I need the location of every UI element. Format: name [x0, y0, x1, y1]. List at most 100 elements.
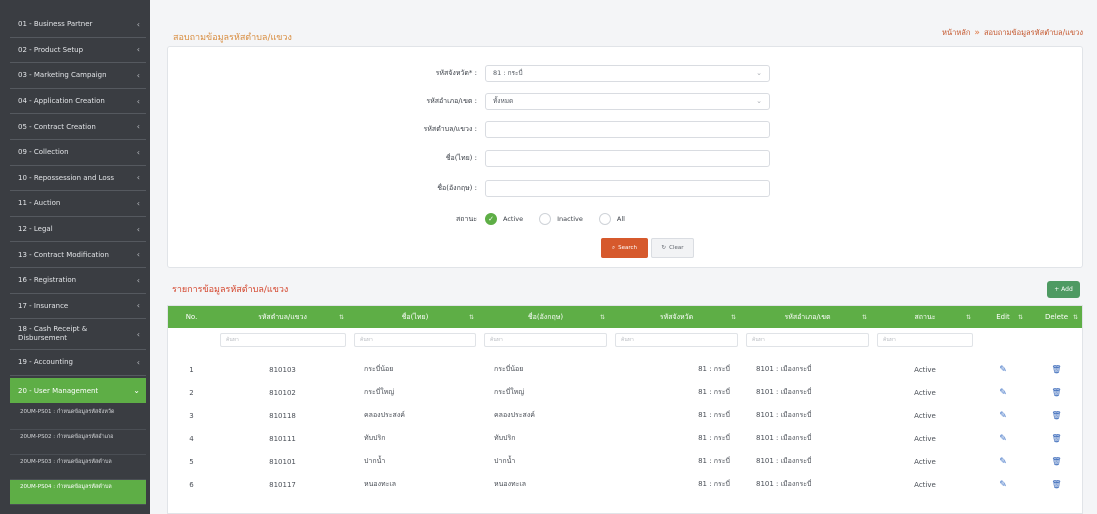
- column-header-name-th[interactable]: ชื่อ(ไทย) ⇅: [350, 306, 480, 328]
- sidebar-subitem-ps03[interactable]: 20UM-PS03 : กำหนดข้อมูลรหัสตำบล: [10, 455, 146, 481]
- province-value: 81 : กระบี่: [493, 69, 523, 77]
- chevron-left-icon: ‹: [136, 70, 140, 80]
- cell-edit: ✎: [977, 427, 1029, 450]
- column-header-status[interactable]: สถานะ ⇅: [873, 306, 977, 328]
- filter-input-status[interactable]: ค้นหา: [877, 333, 973, 347]
- cell-code: 810103: [269, 365, 296, 374]
- sidebar-subitem-ps02[interactable]: 20UM-PS02 : กำหนดข้อมูลรหัสอำเภอ: [10, 430, 146, 456]
- table-header: No. รหัสตำบล/แขวง ⇅ ชื่อ(ไทย) ⇅ ชื่อ(อังกฤ…: [168, 306, 1082, 328]
- table-row[interactable]: 5 810101 ปากน้ำ ปากน้ำ 81 : กระบี่ 8101 …: [168, 450, 1082, 473]
- trash-icon[interactable]: 🗑: [1051, 365, 1061, 374]
- sidebar-item-collection[interactable]: 09 - Collection ‹: [10, 140, 146, 166]
- sidebar-item-label: 19 - Accounting: [18, 358, 73, 367]
- cell-edit: ✎: [977, 358, 1029, 381]
- search-button-label: Search: [618, 245, 637, 251]
- sidebar-item-label: 13 - Contract Modification: [18, 250, 109, 259]
- filter-input-name-en[interactable]: ค้นหา: [484, 333, 607, 347]
- cell-code: 810101: [269, 457, 296, 466]
- sidebar-subitem-ps01[interactable]: 20UM-PS01 : กำหนดข้อมูลรหัสจังหวัด: [10, 405, 146, 431]
- table-row[interactable]: 3 810118 คลองประสงค์ คลองประสงค์ 81 : กร…: [168, 404, 1082, 427]
- cell-no: 3: [189, 411, 194, 420]
- cell-status: Active: [914, 365, 936, 374]
- cell-delete: 🗑: [1029, 427, 1082, 450]
- name-th-input[interactable]: [485, 149, 770, 167]
- cell-name-th: ทับปริก: [364, 434, 386, 442]
- sidebar-item-insurance[interactable]: 17 - Insurance ‹: [10, 294, 146, 320]
- cell-status: Active: [914, 388, 936, 397]
- sidebar-item-label: 09 - Collection: [18, 148, 69, 157]
- sidebar-item-application-creation[interactable]: 04 - Application Creation ‹: [10, 89, 146, 115]
- sidebar-item-contract-creation[interactable]: 05 - Contract Creation ‹: [10, 114, 146, 140]
- search-button[interactable]: ⌕ Search: [601, 238, 648, 258]
- column-label: สถานะ: [914, 312, 936, 321]
- cell-name-th: คลองประสงค์: [364, 411, 405, 419]
- sidebar-item-auction[interactable]: 11 - Auction ‹: [10, 191, 146, 217]
- radio-empty-icon: [598, 213, 611, 225]
- column-header-no[interactable]: No.: [168, 306, 215, 328]
- column-header-name-en[interactable]: ชื่อ(อังกฤษ) ⇅: [480, 306, 611, 328]
- sidebar-item-marketing-campaign[interactable]: 03 - Marketing Campaign ‹: [10, 63, 146, 89]
- add-button[interactable]: + Add: [1047, 281, 1080, 298]
- table-row[interactable]: 1 810103 กระบี่น้อย กระบี่น้อย 81 : กระบ…: [168, 358, 1082, 381]
- subdistrict-input[interactable]: [485, 120, 770, 138]
- name-en-input[interactable]: [485, 179, 770, 197]
- breadcrumb-home-link[interactable]: หน้าหลัก: [942, 27, 970, 39]
- sidebar-item-registration[interactable]: 16 - Registration ‹: [10, 268, 146, 294]
- cell-name-en: กระบี่ใหญ่: [494, 388, 525, 396]
- cell-province: 81 : กระบี่: [698, 388, 730, 396]
- filter-input-district[interactable]: ค้นหา: [746, 333, 869, 347]
- sidebar-item-label: 12 - Legal: [18, 225, 53, 234]
- sidebar-item-user-management[interactable]: 20 - User Management ⌄: [10, 377, 146, 404]
- column-header-edit[interactable]: Edit ⇅: [977, 306, 1029, 328]
- trash-icon[interactable]: 🗑: [1051, 388, 1061, 397]
- edit-icon[interactable]: ✎: [999, 411, 1007, 421]
- trash-icon[interactable]: 🗑: [1051, 480, 1061, 489]
- cell-name-en: ทับปริก: [494, 434, 516, 442]
- edit-icon[interactable]: ✎: [999, 434, 1007, 444]
- column-header-code[interactable]: รหัสตำบล/แขวง ⇅: [215, 306, 350, 328]
- filter-input-province[interactable]: ค้นหา: [615, 333, 738, 347]
- clear-button[interactable]: ↻ Clear: [651, 238, 694, 258]
- district-select[interactable]: ทั้งหมด ⌄: [485, 92, 770, 110]
- sort-icon: ⇅: [338, 313, 344, 321]
- filter-input-name-th[interactable]: ค้นหา: [354, 333, 476, 347]
- province-select[interactable]: 81 : กระบี่ ⌄: [485, 64, 770, 82]
- sidebar-item-cash-receipt[interactable]: 18 - Cash Receipt & Disbursement ‹: [10, 319, 146, 351]
- cell-code: 810111: [269, 434, 296, 443]
- chevron-left-icon: ‹: [136, 147, 140, 157]
- table-row[interactable]: 2 810102 กระบี่ใหญ่ กระบี่ใหญ่ 81 : กระบ…: [168, 381, 1082, 404]
- trash-icon[interactable]: 🗑: [1051, 411, 1061, 420]
- column-header-delete[interactable]: Delete ⇅: [1029, 306, 1082, 328]
- edit-icon[interactable]: ✎: [999, 388, 1007, 398]
- status-radio-inactive[interactable]: Inactive: [539, 213, 583, 225]
- trash-icon[interactable]: 🗑: [1051, 434, 1061, 443]
- sidebar-item-product-setup[interactable]: 02 - Product Setup ‹: [10, 38, 146, 64]
- cell-province: 81 : กระบี่: [698, 480, 730, 488]
- sort-icon: ⇅: [468, 313, 474, 321]
- status-radio-all[interactable]: All: [598, 213, 625, 225]
- trash-icon[interactable]: 🗑: [1051, 457, 1061, 466]
- column-label: Delete: [1045, 313, 1068, 321]
- column-header-district[interactable]: รหัสอำเภอ/เขต ⇅: [742, 306, 873, 328]
- chevron-down-icon: ⌄: [133, 386, 140, 396]
- sidebar-item-accounting[interactable]: 19 - Accounting ‹: [10, 350, 146, 376]
- status-radio-active[interactable]: ✓ Active: [485, 213, 523, 225]
- edit-icon[interactable]: ✎: [999, 457, 1007, 467]
- sort-icon: ⇅: [861, 313, 867, 321]
- table-row[interactable]: 4 810111 ทับปริก ทับปริก 81 : กระบี่ 810…: [168, 427, 1082, 450]
- column-header-province[interactable]: รหัสจังหวัด ⇅: [611, 306, 742, 328]
- table-row[interactable]: 6 810117 หนองทะเล หนองทะเล 81 : กระบี่ 8…: [168, 473, 1082, 496]
- name-th-label: ชื่อ(ไทย) :: [445, 153, 477, 162]
- filter-input-code[interactable]: ค้นหา: [220, 333, 346, 347]
- sidebar-item-legal[interactable]: 12 - Legal ‹: [10, 217, 146, 243]
- sidebar-item-business-partner[interactable]: 01 - Business Partner ‹: [10, 12, 146, 38]
- sidebar-item-label: 01 - Business Partner: [18, 20, 93, 29]
- sidebar-subitem-ps04[interactable]: 20UM-PS04 : กำหนดข้อมูลรหัสตำบล: [10, 480, 146, 506]
- edit-icon[interactable]: ✎: [999, 480, 1007, 490]
- cell-status: Active: [914, 411, 936, 420]
- status-radio-group: ✓ Active Inactive All: [485, 213, 641, 225]
- province-row: รหัสจังหวัด* : 81 : กระบี่ ⌄: [168, 64, 1084, 82]
- edit-icon[interactable]: ✎: [999, 365, 1007, 375]
- sidebar-item-repossession[interactable]: 10 - Repossession and Loss ‹: [10, 166, 146, 192]
- sidebar-item-contract-modification[interactable]: 13 - Contract Modification ‹: [10, 242, 146, 268]
